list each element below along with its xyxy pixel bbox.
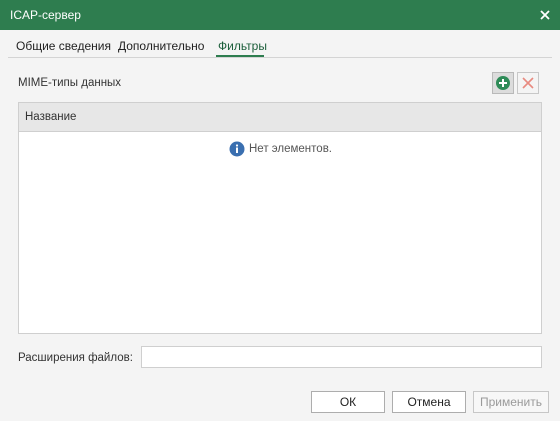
- delete-mime-button[interactable]: [517, 72, 539, 94]
- close-button[interactable]: [530, 0, 560, 30]
- close-icon: [540, 10, 550, 20]
- cancel-button[interactable]: Отмена: [392, 391, 466, 413]
- add-icon: [496, 76, 510, 90]
- ok-button[interactable]: ОК: [311, 391, 385, 413]
- empty-message-text: Нет элементов.: [249, 143, 332, 155]
- apply-button[interactable]: Применить: [473, 391, 549, 413]
- tab-filters[interactable]: Фильтры: [218, 39, 267, 53]
- mime-types-grid[interactable]: Название Нет элементов.: [18, 102, 542, 334]
- window-title: ICAP-сервер: [10, 8, 81, 22]
- tab-additional[interactable]: Дополнительно: [118, 39, 204, 53]
- file-extensions-input[interactable]: [141, 346, 542, 368]
- add-mime-button[interactable]: [492, 72, 514, 94]
- tabs-divider: [8, 57, 552, 58]
- tab-bar: Общие сведения Дополнительно Фильтры: [0, 38, 560, 58]
- empty-message: Нет элементов.: [229, 141, 332, 157]
- info-icon: [229, 141, 245, 157]
- file-extensions-label: Расширения файлов:: [18, 352, 133, 364]
- delete-icon: [522, 77, 534, 89]
- mime-types-label: MIME-типы данных: [18, 77, 122, 89]
- grid-header: Название: [19, 103, 541, 132]
- icap-server-dialog: ICAP-сервер Общие сведения Дополнительно…: [0, 0, 560, 421]
- tab-general[interactable]: Общие сведения: [16, 39, 111, 53]
- column-header-name[interactable]: Название: [25, 111, 76, 123]
- titlebar: ICAP-сервер: [0, 0, 560, 30]
